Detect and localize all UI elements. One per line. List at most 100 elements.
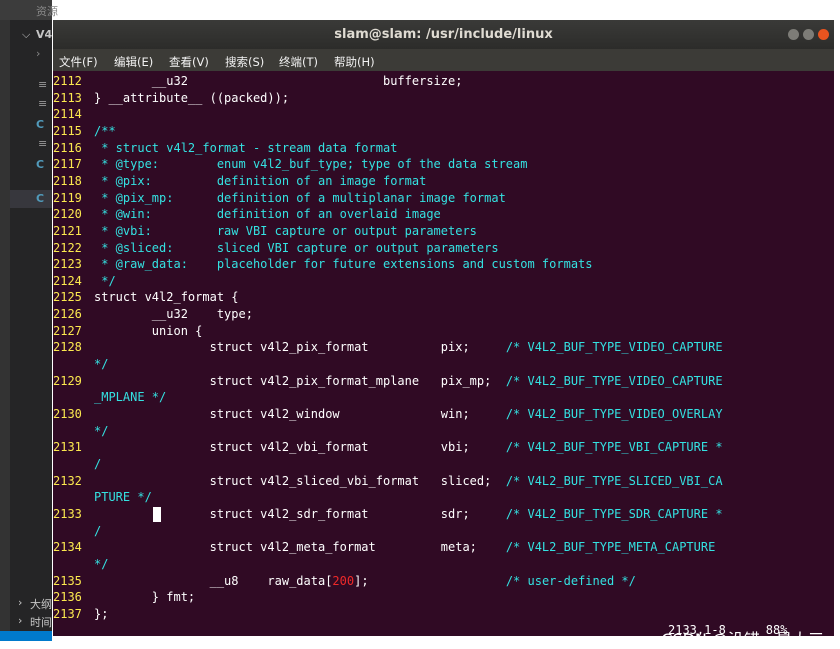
line-number: 2113 bbox=[53, 90, 82, 105]
window-title: slam@slam: /usr/include/linux bbox=[334, 27, 553, 42]
code-token: * @sliced: sliced VBI capture or output … bbox=[94, 240, 499, 255]
line-number: 2136 bbox=[53, 590, 82, 605]
code-line: __u32 type; bbox=[94, 306, 253, 322]
code-token: /* V4L2_BUF_TYPE_META_CAPTURE bbox=[505, 540, 716, 555]
code-token: /* V4L2_BUF_TYPE_SDR_CAPTURE * bbox=[505, 506, 723, 521]
folder-chevron-right-icon[interactable]: › bbox=[36, 47, 40, 60]
timeline-section-label[interactable]: 时间 bbox=[30, 614, 52, 630]
code-token: struct v4l2_pix_format pix; bbox=[94, 340, 506, 355]
wrapped-comment-continuation: _MPLANE */ bbox=[94, 390, 167, 405]
code-token: * @raw_data: placeholder for future exte… bbox=[94, 257, 593, 272]
code-token: * @pix: definition of an image format bbox=[94, 173, 427, 188]
folder-chevron-down-icon[interactable]: ⌵ bbox=[22, 28, 30, 42]
line-number: 2119 bbox=[53, 190, 82, 205]
minimize-icon[interactable] bbox=[788, 29, 799, 40]
wrapped-comment-continuation: / bbox=[94, 456, 102, 471]
explorer-header-label: 资源 bbox=[36, 5, 58, 18]
menu-view[interactable]: 查看(V) bbox=[169, 54, 209, 70]
selected-file-row[interactable] bbox=[10, 190, 52, 208]
line-number: 2123 bbox=[53, 257, 82, 272]
code-line: struct v4l2_meta_format meta; /* V4L2_BU… bbox=[94, 539, 716, 555]
code-line: struct v4l2_format { bbox=[94, 289, 239, 305]
code-token: struct v4l2_format { bbox=[94, 290, 239, 305]
code-line: * @sliced: sliced VBI capture or output … bbox=[94, 240, 499, 256]
code-token: struct v4l2_pix_format_mplane pix_mp; bbox=[94, 373, 506, 388]
code-line: } __attribute__ ((packed)); bbox=[94, 90, 289, 106]
outline-section-label[interactable]: 大纲 bbox=[30, 596, 52, 612]
code-token: * @vbi: raw VBI capture or output parame… bbox=[94, 223, 477, 238]
line-number: 2132 bbox=[53, 473, 82, 488]
line-number: 2120 bbox=[53, 207, 82, 222]
code-token: * @type: enum v4l2_buf_type; type of the… bbox=[94, 157, 528, 172]
code-token: /* user-defined */ bbox=[505, 573, 636, 588]
code-line: struct v4l2_vbi_format vbi; /* V4L2_BUF_… bbox=[94, 439, 723, 455]
code-line: }; bbox=[94, 606, 108, 622]
line-number: 2122 bbox=[53, 240, 82, 255]
title-bar[interactable]: slam@slam: /usr/include/linux bbox=[53, 20, 834, 49]
wrapped-comment-continuation: / bbox=[94, 523, 102, 538]
code-token: struct v4l2_sliced_vbi_format sliced; bbox=[94, 473, 506, 488]
code-token: /* V4L2_BUF_TYPE_VIDEO_OVERLAY bbox=[505, 407, 723, 421]
text-cursor bbox=[153, 506, 161, 522]
code-line: * @win: definition of an overlaid image bbox=[94, 206, 441, 222]
code-line: * @pix_mp: definition of a multiplanar i… bbox=[94, 190, 506, 206]
menu-terminal[interactable]: 终端(T) bbox=[279, 54, 318, 70]
code-token: }; bbox=[94, 606, 109, 621]
text-file-icon[interactable]: ≡ bbox=[38, 137, 47, 150]
code-line: * @raw_data: placeholder for future exte… bbox=[94, 256, 593, 272]
status-bar-remote[interactable] bbox=[0, 631, 52, 641]
code-token: 200 bbox=[332, 573, 355, 588]
line-number: 2131 bbox=[53, 440, 82, 455]
menu-search[interactable]: 搜索(S) bbox=[225, 54, 264, 70]
line-number: 2137 bbox=[53, 606, 82, 621]
code-token: */ bbox=[94, 273, 116, 288]
line-number: 2128 bbox=[53, 340, 82, 355]
code-token: struct v4l2_meta_format meta; bbox=[94, 540, 506, 555]
terminal-content[interactable]: 2112 __u32 buffersize; 2113} __attribute_… bbox=[53, 71, 834, 636]
code-token: __u8 raw_data[ bbox=[94, 573, 333, 588]
root-folder-label[interactable]: V4 bbox=[36, 28, 52, 41]
code-line: /** bbox=[94, 123, 116, 139]
code-line: __u8 raw_data[200]; /* user-defined */ bbox=[94, 573, 636, 589]
c-file-icon[interactable]: C bbox=[36, 118, 44, 131]
code-line: */ bbox=[94, 273, 116, 289]
code-line: struct v4l2_pix_format_mplane pix_mp; /*… bbox=[94, 373, 723, 389]
code-token: /* V4L2_BUF_TYPE_VBI_CAPTURE * bbox=[505, 440, 723, 455]
code-token: struct v4l2_vbi_format vbi; bbox=[94, 440, 506, 455]
text-file-icon[interactable]: ≡ bbox=[38, 78, 47, 91]
code-token: } fmt; bbox=[94, 590, 196, 605]
code-token: struct v4l2_window win; bbox=[94, 407, 506, 421]
activity-bar bbox=[0, 0, 10, 641]
code-token: union { bbox=[94, 323, 203, 338]
line-number: 2127 bbox=[53, 323, 82, 338]
code-token: __u32 type; bbox=[94, 307, 253, 322]
menu-help[interactable]: 帮助(H) bbox=[334, 54, 375, 70]
c-file-icon[interactable]: C bbox=[36, 192, 44, 205]
line-number: 2125 bbox=[53, 290, 82, 305]
code-token: /* V4L2_BUF_TYPE_VIDEO_CAPTURE bbox=[505, 340, 723, 355]
code-line: union { bbox=[94, 323, 203, 339]
maximize-icon[interactable] bbox=[803, 29, 814, 40]
menu-edit[interactable]: 编辑(E) bbox=[114, 54, 153, 70]
code-token: ]; bbox=[354, 573, 506, 588]
menu-file[interactable]: 文件(F) bbox=[59, 54, 98, 70]
line-number: 2117 bbox=[53, 157, 82, 172]
code-line: __u32 buffersize; bbox=[94, 73, 463, 89]
code-token: * @pix_mp: definition of a multiplanar i… bbox=[94, 190, 506, 205]
code-line: struct v4l2_window win; /* V4L2_BUF_TYPE… bbox=[94, 406, 723, 422]
text-file-icon[interactable]: ≡ bbox=[38, 97, 47, 110]
code-token: * @win: definition of an overlaid image bbox=[94, 207, 441, 222]
code-token: } __attribute__ ((packed)); bbox=[94, 90, 290, 105]
line-number: 2121 bbox=[53, 223, 82, 238]
wrapped-comment-continuation: */ bbox=[94, 423, 109, 438]
terminal-window[interactable]: slam@slam: /usr/include/linux 文件(F) 编辑(E… bbox=[53, 20, 834, 636]
code-token: * struct v4l2_format - stream data forma… bbox=[94, 140, 398, 155]
close-icon[interactable] bbox=[818, 29, 829, 40]
wrapped-comment-continuation: */ bbox=[94, 556, 109, 571]
code-token: /** bbox=[94, 123, 116, 138]
outline-section-toggle[interactable]: › bbox=[18, 596, 22, 609]
c-file-icon[interactable]: C bbox=[36, 158, 44, 171]
line-number: 2115 bbox=[53, 123, 82, 138]
timeline-section-toggle[interactable]: › bbox=[18, 614, 22, 627]
line-number: 2124 bbox=[53, 273, 82, 288]
